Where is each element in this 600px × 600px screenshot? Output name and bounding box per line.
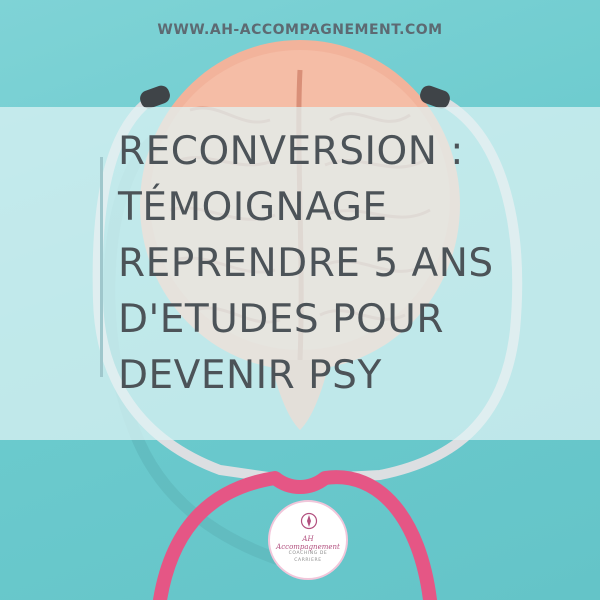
headline-line: D'ETUDES POUR: [118, 297, 444, 342]
accent-bar: [100, 157, 103, 377]
headline-line: TÉMOIGNAGE: [118, 185, 388, 230]
headline-line: DEVENIR PSY: [118, 353, 382, 398]
logo-tagline: COACHING DE CARRIERE: [270, 550, 346, 564]
website-url: WWW.AH-ACCOMPAGNEMENT.COM: [157, 22, 443, 38]
logo-tagline-line: CARRIERE: [294, 558, 322, 563]
logo-tagline-line: COACHING DE: [288, 551, 328, 556]
headline-line: REPRENDRE 5 ANS: [118, 241, 494, 286]
headline: RECONVERSION : TÉMOIGNAGE REPRENDRE 5 AN…: [118, 124, 588, 404]
logo-name: AH Accompagnement: [276, 535, 340, 551]
headline-line: RECONVERSION :: [118, 129, 464, 174]
compass-icon: [300, 512, 318, 530]
brand-logo: AH Accompagnement COACHING DE CARRIERE: [268, 500, 348, 580]
